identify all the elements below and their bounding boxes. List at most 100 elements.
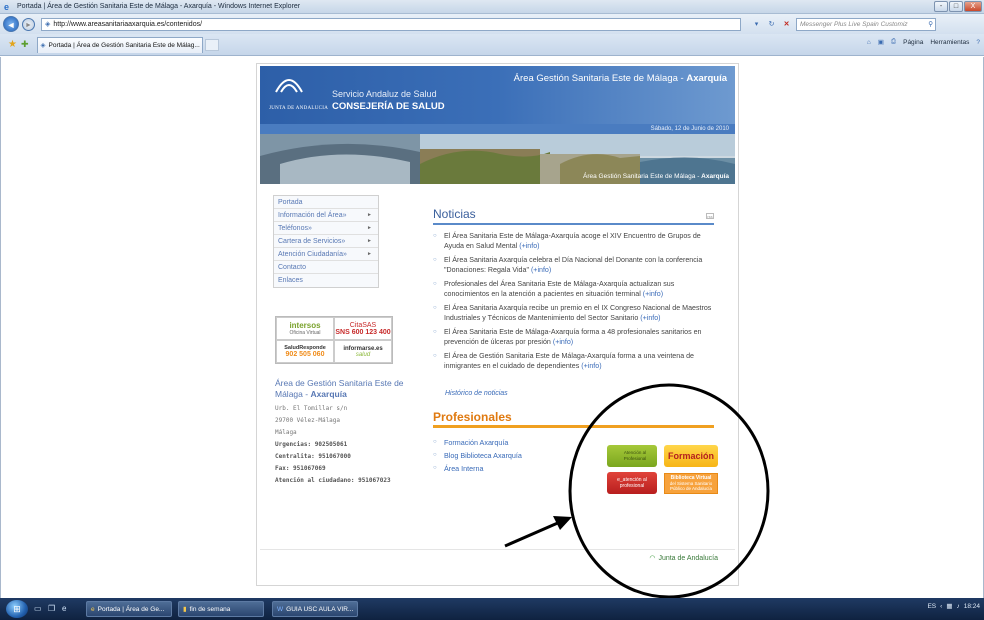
footer-junta[interactable]: ◠ Junta de Andalucía [649,554,718,562]
url-text: http://www.areasanitariaaxarquia.es/cont… [53,20,203,28]
add-favorite-icon[interactable]: ✚ [21,39,29,50]
consejeria-label: CONSEJERÍA DE SALUD [332,101,445,112]
prof-link-formacion[interactable]: ○ Formación Axarquía [430,436,580,449]
e-atencion-button[interactable]: e_atención al profesional [607,472,657,494]
address-province: Málaga [275,429,297,436]
profesionales-header: Profesionales [433,410,714,428]
news-item: ○ El Área Sanitaria Axarquía celebra el D… [433,256,703,274]
left-menu: Portada Información del Área» ► Teléfonos… [273,195,379,288]
address-title: Área de Gestión Sanitaria Este de Málaga… [275,378,404,399]
bullet-icon: ○ [433,329,437,335]
footer-divider [260,549,735,550]
clock[interactable]: 18:24 [964,603,980,610]
system-tray: ES ‹ ▦ ♪ 18:24 [927,602,980,611]
info-link[interactable]: (+info) [531,266,551,274]
tab-active[interactable]: ◈ Portada | Área de Gestión Sanitaria Es… [36,36,203,53]
window-title: Portada | Área de Gestión Sanitaria Este… [17,3,301,10]
command-bar: ⌂ ▣ ⎙ Página Herramientas ? [867,38,980,46]
url-field[interactable]: ◈ http://www.areasanitariaaxarquia.es/co… [41,17,741,31]
volume-icon[interactable]: ♪ [956,603,959,610]
search-input[interactable]: Messenger Plus Live Spain Customiz ⚲ [796,17,936,31]
area-title: Área Gestión Sanitaria Este de Málaga - … [513,73,727,84]
news-item: ○ El Área de Gestión Sanitaria Este de Má… [433,352,695,370]
bullet-icon: ○ [433,452,437,458]
salud-responde-badge[interactable]: SaludResponde 902 505 060 [276,340,334,363]
biblioteca-virtual-button[interactable]: Biblioteca Virtual del Sistema Sanitario… [664,473,718,494]
informarse-badge[interactable]: informarse.es salud [334,340,392,363]
menu-pagina[interactable]: Página [903,39,923,46]
close-button[interactable]: X [964,1,982,12]
tab-label: Portada | Área de Gestión Sanitaria Este… [48,41,200,49]
prof-link-interna[interactable]: ○ Área Interna [430,462,580,475]
menu-item-atencion[interactable]: Atención Ciudadanía» ► [274,248,378,261]
menu-item-informacion[interactable]: Información del Área» ► [274,209,378,222]
rss-icon[interactable]: rss [706,213,714,219]
date-strip: Sábado, 12 de Junio de 2010 [260,124,735,134]
forward-button[interactable]: ► [22,17,35,31]
tray-arrow-icon[interactable]: ‹ [940,603,942,610]
chevron-right-icon: ► [367,225,372,231]
news-list: ○ El Área Sanitaria Este de Málaga-Axarqu… [430,231,716,375]
news-item: ○ Profesionales del Área Sanitaria Este d… [433,280,675,298]
citasas-badge[interactable]: CitaSAS SNS 600 123 400 [334,317,392,340]
task-folder[interactable]: ▮ fin de semana [178,601,264,617]
contact-address: Área de Gestión Sanitaria Este de Málaga… [275,378,405,484]
menu-herramientas[interactable]: Herramientas [930,39,969,46]
menu-item-cartera[interactable]: Cartera de Servicios» ► [274,235,378,248]
info-link[interactable]: (+info) [553,338,573,346]
chevron-right-icon: ► [367,212,372,218]
menu-item-enlaces[interactable]: Enlaces [274,274,378,287]
language-indicator[interactable]: ES [927,603,936,610]
taskbar: ⊞ ▭ ❐ e e Portada | Área de Ge... ▮ fin de… [0,598,984,620]
bullet-icon: ○ [433,233,437,239]
maximize-button[interactable]: □ [949,1,963,12]
feeds-icon[interactable]: ▣ [878,38,884,46]
show-desktop-icon[interactable]: ▭ [34,604,44,614]
switch-windows-icon[interactable]: ❐ [48,604,58,614]
info-link[interactable]: (+info) [640,314,660,322]
atencion-profesional-button[interactable]: Atención al Profesional [607,445,657,467]
phone-atencion: Atención al ciudadano: 951067023 [275,477,391,484]
title-bar: e Portada | Área de Gestión Sanitaria Es… [0,0,984,14]
favorites-star-icon[interactable]: ★ [8,39,17,50]
bullet-icon: ○ [433,281,437,287]
news-item: ○ El Área Sanitaria Este de Málaga-Axarqu… [433,232,701,250]
info-link[interactable]: (+info) [581,362,601,370]
help-icon[interactable]: ? [976,39,980,46]
prof-link-blog[interactable]: ○ Blog Biblioteca Axarquía [430,449,580,462]
phone-fax: Fax: 951067069 [275,465,326,472]
ie-quick-icon[interactable]: e [62,604,72,614]
tab-page-icon: ◈ [40,42,46,49]
ie-task-icon: e [91,605,95,613]
minimize-button[interactable]: - [934,1,948,12]
sas-label: Servicio Andaluz de Salud [332,89,437,99]
stop-icon[interactable]: ✕ [781,19,792,30]
menu-item-contacto[interactable]: Contacto [274,261,378,274]
home-icon[interactable]: ⌂ [867,39,871,46]
print-icon[interactable]: ⎙ [891,38,896,46]
content-viewport: JUNTA DE ANDALUCIA Servicio Andaluz de S… [0,57,984,598]
back-button[interactable]: ◄ [3,16,19,32]
menu-item-portada[interactable]: Portada [274,196,378,209]
start-button[interactable]: ⊞ [6,600,28,618]
refresh-icon[interactable]: ↻ [766,19,777,30]
chevron-right-icon: ► [367,251,372,257]
chevron-right-icon: ► [367,238,372,244]
new-tab-button[interactable] [204,38,219,51]
intersos-badge[interactable]: intersos Oficina Virtual [276,317,334,340]
address-actions: ▾ ↻ ✕ Messenger Plus Live Spain Customiz… [751,17,936,31]
menu-item-telefonos[interactable]: Teléfonos» ► [274,222,378,235]
network-icon[interactable]: ▦ [946,602,952,610]
info-link[interactable]: (+info) [643,290,663,298]
word-icon: W [277,605,284,613]
formacion-button[interactable]: Formación [664,445,718,467]
search-icon[interactable]: ⚲ [928,19,935,30]
noticias-header: Noticias rss [433,207,714,225]
dropdown-icon[interactable]: ▾ [751,19,762,30]
info-link[interactable]: (+info) [519,242,539,250]
historico-link[interactable]: Histórico de noticias [445,390,508,397]
task-ie[interactable]: e Portada | Área de Ge... [86,601,172,617]
task-word[interactable]: W GUIA USC AULA VIR... [272,601,358,617]
junta-logo-icon [275,79,303,93]
bullet-icon: ○ [433,353,437,359]
